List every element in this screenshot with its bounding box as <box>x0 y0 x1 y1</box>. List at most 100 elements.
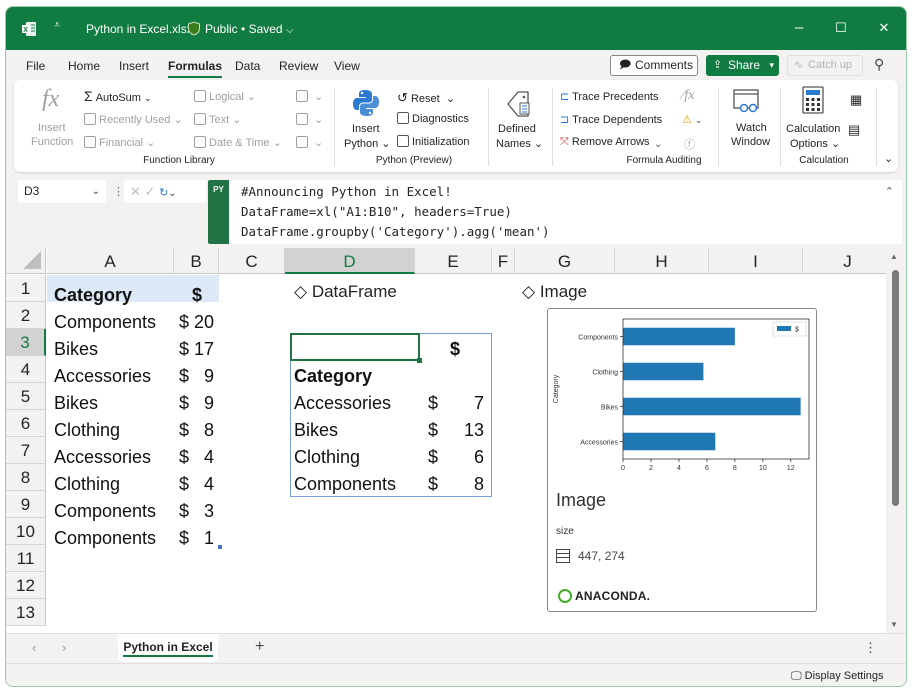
dataframe-currency-cell[interactable]: $ <box>428 416 438 443</box>
dataframe-value-cell[interactable]: 13 <box>454 416 484 443</box>
collapse-ribbon-icon[interactable]: ⌄ <box>884 152 893 165</box>
cell-B9-currency[interactable]: $ <box>179 497 189 524</box>
cell-B3[interactable]: 17 <box>192 335 214 362</box>
dataframe-value-cell[interactable]: 7 <box>454 389 484 416</box>
enter-icon[interactable]: ✓ <box>145 184 156 199</box>
dataframe-value-header[interactable]: $ <box>450 335 460 362</box>
tab-home[interactable]: Home <box>68 59 100 73</box>
insert-python-button[interactable]: Python ⌄ <box>344 137 391 150</box>
add-sheet-button[interactable]: + <box>255 638 264 656</box>
cell-A2[interactable]: Components <box>54 308 156 335</box>
cell-B7-currency[interactable]: $ <box>179 443 189 470</box>
active-cell-D3[interactable] <box>290 333 422 363</box>
dataframe-value-cell[interactable]: 6 <box>454 443 484 470</box>
row-header[interactable]: 12 <box>6 572 46 599</box>
row-header[interactable]: 8 <box>6 464 46 491</box>
column-header[interactable]: C <box>219 248 285 274</box>
scroll-thumb[interactable] <box>892 270 899 506</box>
column-header[interactable]: H <box>615 248 709 274</box>
row-header[interactable]: 1 <box>6 275 46 302</box>
trace-precedents-button[interactable]: ⊏ Trace Precedents <box>560 90 659 103</box>
cell-B5[interactable]: 9 <box>192 389 214 416</box>
dataframe-index-cell[interactable]: Accessories <box>294 389 391 416</box>
cell-B4-currency[interactable]: $ <box>179 362 189 389</box>
column-header[interactable]: I <box>709 248 803 274</box>
date-time-button[interactable]: Date & Time ⌄ <box>194 136 282 149</box>
defined-names-label-1[interactable]: Defined <box>498 123 536 135</box>
recently-used-button[interactable]: Recently Used ⌄ <box>84 113 183 126</box>
collapse-formula-bar-icon[interactable]: ⌃ <box>885 182 894 202</box>
select-all-button[interactable] <box>6 248 46 274</box>
dataframe-currency-cell[interactable]: $ <box>428 470 438 497</box>
chevron-down-icon[interactable]: ⌄ <box>92 180 100 203</box>
cell-B9[interactable]: 3 <box>192 497 214 524</box>
worksheet-grid[interactable]: A B C D E F G H I J 1 2 3 4 5 6 7 8 9 10… <box>6 248 886 633</box>
insert-function-label-1[interactable]: Insert <box>38 122 66 134</box>
cell-A3[interactable]: Bikes <box>54 335 98 362</box>
evaluate-formula-icon[interactable]: ⓕ <box>684 136 695 152</box>
dataframe-index-cell[interactable]: Bikes <box>294 416 338 443</box>
cell-B1[interactable]: $ <box>192 281 202 308</box>
calculation-options-label-1[interactable]: Calculation <box>786 123 840 135</box>
calculate-sheet-icon[interactable]: ▤ <box>848 122 860 138</box>
column-header[interactable]: B <box>174 248 219 274</box>
dataframe-index-header[interactable]: Category <box>294 362 372 389</box>
cell-B6[interactable]: 8 <box>192 416 214 443</box>
next-sheet-icon[interactable]: › <box>62 640 66 655</box>
row-header[interactable]: 4 <box>6 356 46 383</box>
diagnostics-button[interactable]: Diagnostics <box>397 112 469 125</box>
coauthor-icon[interactable]: ⚲ <box>874 56 884 73</box>
error-checking-icon[interactable]: ⚠ ⌄ <box>682 113 702 126</box>
row-header[interactable]: 13 <box>6 599 46 626</box>
sheet-tab-active[interactable]: Python in Excel <box>118 634 218 662</box>
show-formulas-icon[interactable]: ⁄fx <box>682 88 694 104</box>
file-name[interactable]: Python in Excel.xlsx <box>86 22 193 36</box>
name-box[interactable]: D3 ⌄ <box>18 180 106 203</box>
cell-A7[interactable]: Accessories <box>54 443 151 470</box>
display-settings-button[interactable]: 🖵 Display Settings <box>791 670 884 683</box>
calculation-options-button[interactable]: Options ⌄ <box>790 137 840 150</box>
tab-review[interactable]: Review <box>279 59 318 73</box>
excel-logo-icon[interactable]: X <box>21 21 37 37</box>
cell-B10-currency[interactable]: $ <box>179 524 189 551</box>
cell-B10[interactable]: 1 <box>192 524 214 551</box>
share-button[interactable]: ⇪ Share ▾ <box>706 55 779 76</box>
dataframe-value-cell[interactable]: 8 <box>454 470 484 497</box>
cell-A1[interactable]: Category <box>54 281 132 308</box>
row-header[interactable]: 9 <box>6 491 46 518</box>
cell-A5[interactable]: Bikes <box>54 389 98 416</box>
column-header[interactable]: J <box>803 248 886 274</box>
row-header[interactable]: 11 <box>6 545 46 572</box>
financial-button[interactable]: Financial ⌄ <box>84 136 155 149</box>
formula-input[interactable]: #Announcing Python in Excel! DataFrame=x… <box>229 180 902 244</box>
cell-A4[interactable]: Accessories <box>54 362 151 389</box>
column-header[interactable]: G <box>515 248 615 274</box>
cell-B5-currency[interactable]: $ <box>179 389 189 416</box>
tab-formulas[interactable]: Formulas <box>168 59 223 78</box>
image-card[interactable]: Accessories Bikes Clothing Components 0 2 4 6 8 1… <box>547 308 817 612</box>
minimize-button[interactable]: – <box>784 17 814 39</box>
column-header-selected[interactable]: D <box>285 248 415 274</box>
cell-B4[interactable]: 9 <box>192 362 214 389</box>
tab-insert[interactable]: Insert <box>119 59 149 73</box>
math-trig-button[interactable]: ⌄ <box>296 113 323 126</box>
insert-function-label-2[interactable]: Function <box>31 136 73 148</box>
scroll-down-icon[interactable]: ▼ <box>890 620 898 629</box>
cell-B8-currency[interactable]: $ <box>179 470 189 497</box>
comments-button[interactable]: 🗩 Comments <box>610 55 698 76</box>
tab-file[interactable]: File <box>26 59 45 73</box>
cell-B7[interactable]: 4 <box>192 443 214 470</box>
dataframe-currency-cell[interactable]: $ <box>428 389 438 416</box>
watch-window-label-1[interactable]: Watch <box>736 122 767 134</box>
lookup-reference-button[interactable]: ⌄ <box>296 90 323 103</box>
chevron-down-icon[interactable]: ▾ <box>769 55 774 76</box>
text-button[interactable]: Text ⌄ <box>194 113 241 126</box>
insert-python-label-1[interactable]: Insert <box>352 123 380 135</box>
prev-sheet-icon[interactable]: ‹ <box>32 640 36 655</box>
formula-bar-grip[interactable]: ⋮ <box>113 185 124 198</box>
row-header[interactable]: 6 <box>6 410 46 437</box>
logical-button[interactable]: Logical ⌄ <box>194 90 256 103</box>
row-header[interactable]: 2 <box>6 302 46 329</box>
autosum-button[interactable]: Σ AutoSum ⌄ <box>84 88 152 104</box>
defined-names-button[interactable]: Names ⌄ <box>496 137 543 150</box>
